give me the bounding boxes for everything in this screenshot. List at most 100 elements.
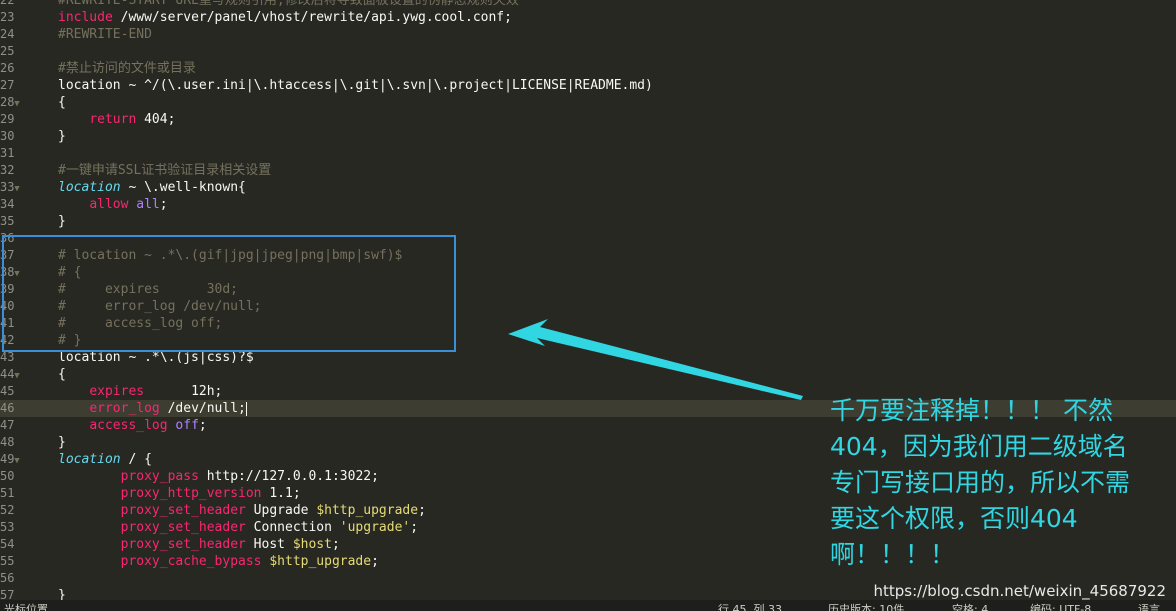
code-line[interactable]: 26 #禁止访问的文件或目录 [0, 60, 1176, 77]
code-text: #REWRITE-END [58, 26, 152, 43]
line-number: 38 [0, 265, 15, 279]
code-token: ; [331, 537, 340, 552]
code-token: # } [58, 333, 82, 348]
line-number: 45 [0, 384, 15, 398]
line-number: 53 [0, 520, 15, 534]
code-line[interactable]: 22 #REWRITE-START URL重写规则引用,修改后将导致面板设置的伪静… [0, 0, 1176, 9]
line-number: 31 [0, 146, 15, 160]
code-line[interactable]: 35} [0, 213, 1176, 230]
code-text: location ~ .*\.(js|css)?$ [58, 349, 254, 366]
code-text: # access_log off; [58, 315, 222, 332]
annotation-line: 要这个权限，否则404 [830, 504, 1078, 533]
code-token: Host [245, 537, 293, 552]
status-encoding[interactable]: 编码: UTF-8 [1030, 600, 1091, 611]
code-line[interactable]: 27 location ~ ^/(\.user.ini|\.htaccess|\.… [0, 77, 1176, 94]
line-number: 50 [0, 469, 15, 483]
line-number: 26 [0, 61, 15, 75]
line-number: 54 [0, 537, 15, 551]
code-token: Upgrade [245, 503, 317, 518]
code-line[interactable]: 34 allow all; [0, 196, 1176, 213]
status-cursor-position[interactable]: 行 45, 列 33 [718, 600, 782, 611]
code-text: proxy_set_header Host $host; [58, 536, 340, 553]
line-number: 56 [0, 571, 15, 585]
code-text: proxy_set_header Connection 'upgrade'; [58, 519, 418, 536]
code-token: 1.1; [261, 486, 301, 501]
code-text: location / { [58, 451, 152, 468]
annotation-line: 专门写接口用的，所以不需 [830, 468, 1131, 497]
line-number: 47 [0, 418, 15, 432]
code-token: /www/server/panel/vhost/rewrite/api.ywg.… [112, 10, 512, 25]
code-text: expires 12h; [58, 383, 222, 400]
code-token: { [58, 367, 66, 382]
code-text: #一键申请SSL证书验证目录相关设置 [58, 162, 271, 179]
code-line[interactable]: 44▼{ [0, 366, 1176, 383]
code-line[interactable]: 42 # } [0, 332, 1176, 349]
code-token: ; [198, 418, 207, 433]
code-line[interactable]: 39 # expires 30d; [0, 281, 1176, 298]
code-text: # { [58, 264, 81, 281]
code-token: error_log [89, 401, 160, 416]
code-text: } [58, 128, 66, 145]
text-cursor [245, 401, 247, 416]
code-token: $http_upgrade [269, 554, 372, 569]
code-token: 'upgrade' [339, 520, 411, 535]
code-line[interactable]: 31 [0, 145, 1176, 162]
code-token: allow [89, 197, 129, 212]
line-number: 27 [0, 78, 15, 92]
code-line[interactable]: 36 [0, 230, 1176, 247]
line-number: 35 [0, 214, 15, 228]
annotation-line: 404，因为我们用二级域名 [830, 432, 1128, 461]
code-line[interactable]: 40 # error_log /dev/null; [0, 298, 1176, 315]
code-line[interactable]: 29 return 404; [0, 111, 1176, 128]
code-text [58, 570, 89, 587]
code-text: # expires 30d; [58, 281, 238, 298]
code-text: error_log /dev/null; [58, 400, 247, 417]
code-token: } [58, 129, 66, 144]
annotation-line: 啊！！！！ [830, 540, 956, 569]
code-token: #REWRITE-START URL重写规则引用,修改后将导致面板设置的伪静态规… [58, 0, 519, 8]
code-line[interactable]: 30} [0, 128, 1176, 145]
code-text: { [58, 366, 66, 383]
code-token: include [58, 10, 113, 25]
code-line[interactable]: 23 include /www/server/panel/vhost/rewrit… [0, 9, 1176, 26]
status-indent[interactable]: 空格: 4 [952, 600, 988, 611]
code-text: location ~ \.well-known{ [58, 179, 246, 196]
code-text: # error_log /dev/null; [58, 298, 262, 315]
code-line[interactable]: 41 # access_log off; [0, 315, 1176, 332]
code-line[interactable]: 43 location ~ .*\.(js|css)?$ [0, 349, 1176, 366]
code-token: off [175, 418, 199, 433]
line-number: 51 [0, 486, 15, 500]
code-token: # location ~ .*\.(gif|jpg|jpeg|png|bmp|s… [58, 248, 403, 263]
code-line[interactable]: 28▼{ [0, 94, 1176, 111]
line-number: 24 [0, 27, 15, 41]
code-token: ; [159, 197, 168, 212]
status-language[interactable]: 语言 [1138, 600, 1160, 611]
code-token: / { [120, 452, 152, 467]
code-line[interactable]: 38▼ # { [0, 264, 1176, 281]
code-text: #禁止访问的文件或目录 [58, 60, 196, 77]
line-number: 37 [0, 248, 15, 262]
line-number: 41 [0, 316, 15, 330]
code-line[interactable]: 24 #REWRITE-END [0, 26, 1176, 43]
code-line[interactable]: 33▼ location ~ \.well-known{ [0, 179, 1176, 196]
annotation-text: 千万要注释掉！！！ 不然 404，因为我们用二级域名 专门写接口用的，所以不需 … [830, 393, 1170, 573]
code-line[interactable]: 37 # location ~ .*\.(gif|jpg|jpeg|png|bmp… [0, 247, 1176, 264]
line-number: 33 [0, 180, 15, 194]
status-history[interactable]: 历史版本: 10件 [828, 600, 904, 611]
code-line[interactable]: 25 [0, 43, 1176, 60]
watermark: https://blog.csdn.net/weixin_45687922 [873, 582, 1166, 600]
code-line[interactable]: 32 #一键申请SSL证书验证目录相关设置 [0, 162, 1176, 179]
code-text: return 404; [58, 111, 175, 128]
line-number: 39 [0, 282, 15, 296]
code-editor[interactable]: 22 #REWRITE-START URL重写规则引用,修改后将导致面板设置的伪静… [0, 0, 1176, 611]
line-number: 55 [0, 554, 15, 568]
line-number: 36 [0, 231, 15, 245]
code-text: access_log off; [58, 417, 207, 434]
code-token: ~ \.well-known{ [120, 180, 246, 195]
